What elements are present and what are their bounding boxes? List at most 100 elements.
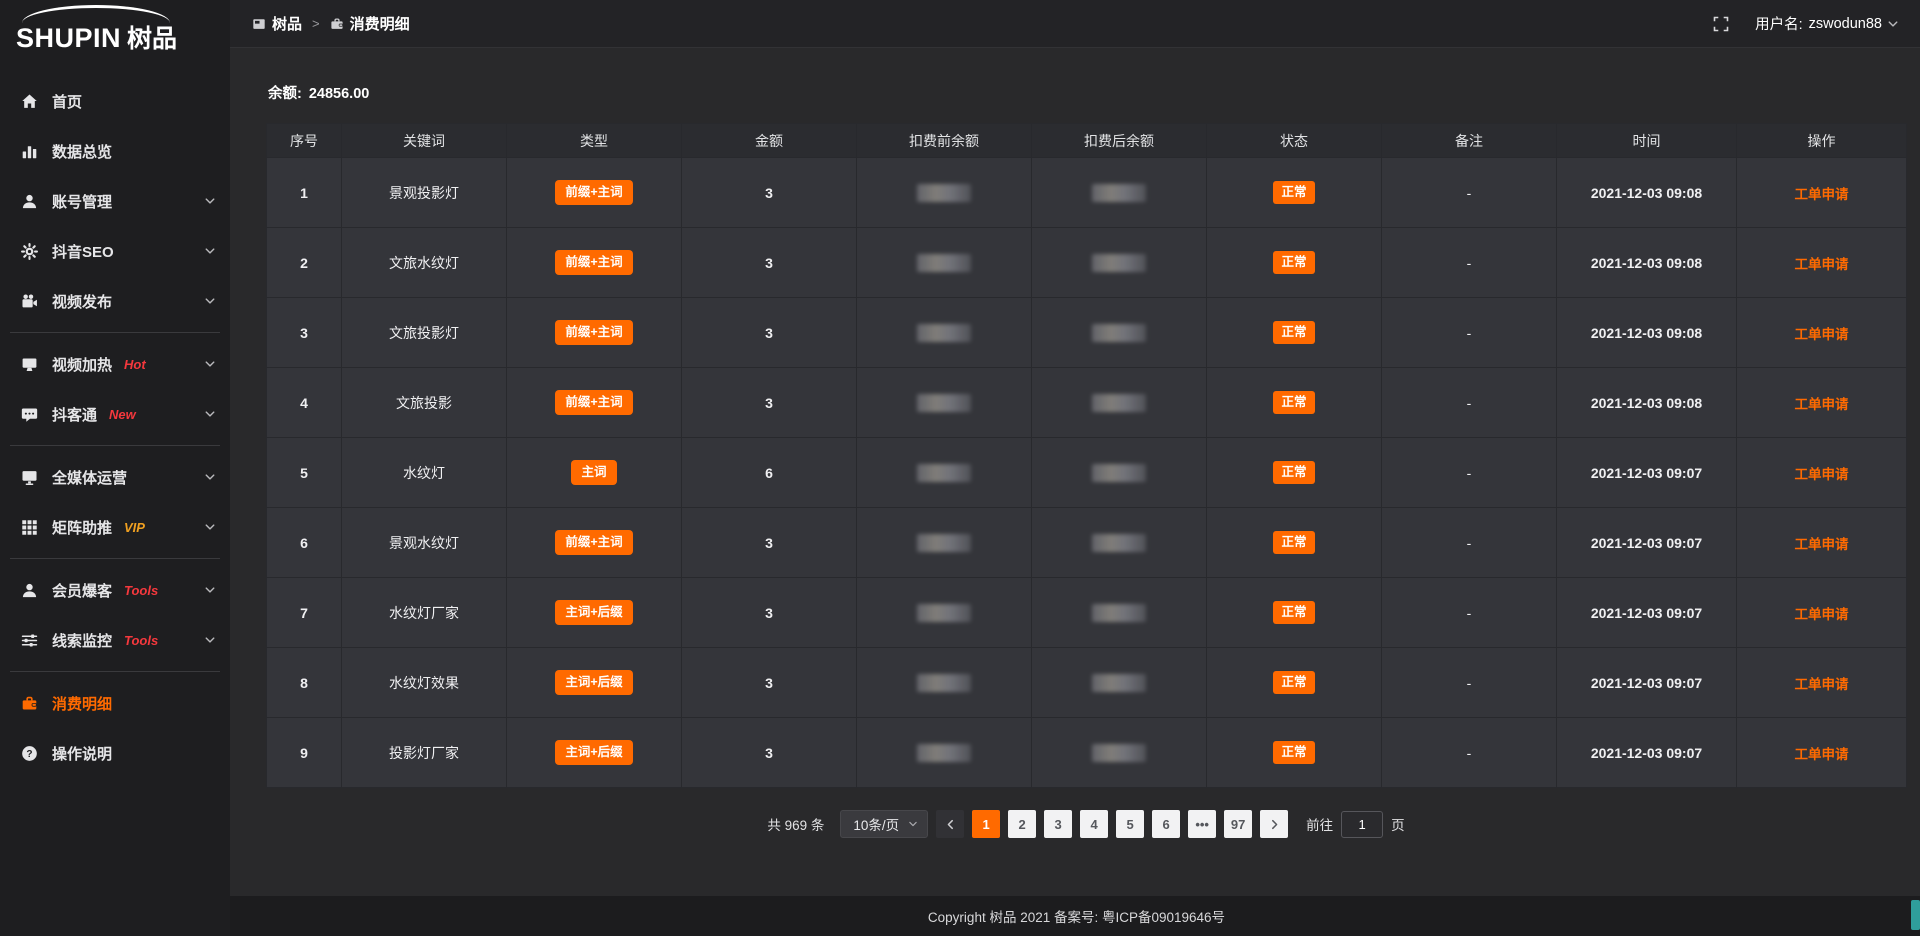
page-size-select[interactable]: 10条/页	[840, 810, 928, 838]
goto-page-input[interactable]	[1341, 811, 1383, 838]
masked-value	[1092, 254, 1146, 272]
pager-page-3[interactable]: 3	[1044, 810, 1072, 838]
work-order-link[interactable]: 工单申请	[1795, 187, 1849, 202]
type-badge: 前缀+主词	[555, 530, 632, 555]
fullscreen-icon[interactable]	[1713, 16, 1729, 32]
work-order-link[interactable]: 工单申请	[1795, 747, 1849, 762]
app: SHUPIN 树品 首页数据总览账号管理抖音SEO 视频发布视频加热 Hot 抖客通N…	[0, 0, 1920, 936]
chevron-down-icon	[204, 521, 216, 533]
balance: 余额:24856.00	[268, 82, 1907, 103]
breadcrumb-label: 树品	[272, 13, 302, 34]
column-header: 扣费后余额	[1032, 124, 1207, 158]
cell-amount: 3	[682, 578, 857, 648]
breadcrumb-item[interactable]: 消费明细	[330, 13, 410, 34]
sidebar-item-tag: VIP	[124, 520, 145, 535]
sidebar-item-tag: Hot	[124, 357, 146, 372]
cell-amount: 3	[682, 298, 857, 368]
cell-pre-balance	[857, 158, 1032, 228]
breadcrumb-label: 消费明细	[350, 13, 410, 34]
column-header: 扣费前余额	[857, 124, 1032, 158]
cell-amount: 3	[682, 368, 857, 438]
cell-pre-balance	[857, 578, 1032, 648]
sidebar-item-account-manage[interactable]: 账号管理	[0, 176, 230, 226]
cell-note: -	[1382, 298, 1557, 368]
breadcrumb-item[interactable]: 树品	[252, 13, 302, 34]
table-header-row: 序号关键词类型金额扣费前余额扣费后余额状态备注时间操作	[267, 124, 1907, 158]
work-order-link[interactable]: 工单申请	[1795, 537, 1849, 552]
topbar-right: 用户名: zswodun88	[1713, 13, 1899, 34]
breadcrumb-separator: >	[312, 16, 320, 31]
sidebar-item-label: 会员爆客	[52, 580, 112, 601]
cell-time: 2021-12-03 09:07	[1557, 508, 1737, 578]
status-badge: 正常	[1273, 251, 1314, 274]
pager-page-6[interactable]: 6	[1152, 810, 1180, 838]
sidebar-item-label: 视频加热	[52, 354, 112, 375]
pager-page-4[interactable]: 4	[1080, 810, 1108, 838]
cell-keyword: 水纹灯厂家	[342, 578, 507, 648]
cell-time: 2021-12-03 09:08	[1557, 298, 1737, 368]
sidebar-item-video-publish[interactable]: 视频发布	[0, 276, 230, 326]
sidebar-item-video-heat[interactable]: 视频加热 Hot	[0, 339, 230, 389]
sidebar-item-home[interactable]: 首页	[0, 76, 230, 126]
masked-value	[917, 324, 971, 342]
sidebar-item-data-overview[interactable]: 数据总览	[0, 126, 230, 176]
pager-page-2[interactable]: 2	[1008, 810, 1036, 838]
sidebar-item-clue-monitor[interactable]: 线索监控Tools	[0, 615, 230, 665]
sidebar-item-label: 抖客通	[52, 404, 97, 425]
cell-amount: 3	[682, 508, 857, 578]
sidebar-divider	[10, 332, 220, 333]
sidebar-item-consumption-detail[interactable]: 消费明细	[0, 678, 230, 728]
status-badge: 正常	[1273, 671, 1314, 694]
table-row: 8水纹灯效果主词+后缀3正常-2021-12-03 09:07工单申请	[267, 648, 1907, 718]
sidebar-item-matrix-boost[interactable]: 矩阵助推VIP	[0, 502, 230, 552]
sidebar-item-tag: Tools	[124, 633, 158, 648]
cell-status: 正常	[1207, 718, 1382, 788]
pager-next-button[interactable]	[1260, 810, 1288, 838]
work-order-link[interactable]: 工单申请	[1795, 397, 1849, 412]
sidebar-item-operation-guide[interactable]: ?操作说明	[0, 728, 230, 778]
cell-pre-balance	[857, 718, 1032, 788]
cell-post-balance	[1032, 158, 1207, 228]
cell-post-balance	[1032, 228, 1207, 298]
cell-type: 前缀+主词	[507, 368, 682, 438]
table-row: 2文旅水纹灯前缀+主词3正常-2021-12-03 09:08工单申请	[267, 228, 1907, 298]
pager-page-1[interactable]: 1	[972, 810, 1000, 838]
pager-prev-button[interactable]	[936, 810, 964, 838]
logo[interactable]: SHUPIN 树品	[0, 0, 230, 62]
pager-page-97[interactable]: 97	[1224, 810, 1252, 838]
work-order-link[interactable]: 工单申请	[1795, 257, 1849, 272]
chevron-down-icon	[204, 195, 216, 207]
sidebar-item-member-baoke[interactable]: 会员爆客Tools	[0, 565, 230, 615]
work-order-link[interactable]: 工单申请	[1795, 327, 1849, 342]
user-menu[interactable]: 用户名: zswodun88	[1755, 13, 1899, 34]
type-badge: 前缀+主词	[555, 180, 632, 205]
masked-value	[917, 394, 971, 412]
cell-time: 2021-12-03 09:08	[1557, 228, 1737, 298]
work-order-link[interactable]: 工单申请	[1795, 467, 1849, 482]
sidebar-item-media-operation[interactable]: 全媒体运营	[0, 452, 230, 502]
scrollbar-thumb[interactable]	[1911, 900, 1920, 930]
video-camera-icon	[20, 293, 38, 310]
cell-note: -	[1382, 368, 1557, 438]
board-icon	[252, 17, 266, 31]
user-icon	[20, 193, 38, 210]
pager-page-5[interactable]: 5	[1116, 810, 1144, 838]
sidebar-item-label: 抖音SEO	[52, 241, 114, 262]
sidebar-item-douyin-seo[interactable]: 抖音SEO	[0, 226, 230, 276]
status-badge: 正常	[1273, 741, 1314, 764]
column-header: 关键词	[342, 124, 507, 158]
cell-index: 4	[267, 368, 342, 438]
masked-value	[917, 464, 971, 482]
work-order-link[interactable]: 工单申请	[1795, 677, 1849, 692]
sidebar-item-douketong[interactable]: 抖客通New	[0, 389, 230, 439]
cell-index: 7	[267, 578, 342, 648]
purse-icon	[20, 695, 38, 712]
cell-action: 工单申请	[1737, 438, 1907, 508]
chevron-down-icon	[204, 634, 216, 646]
consumption-table: 序号关键词类型金额扣费前余额扣费后余额状态备注时间操作 1景观投影灯前缀+主词3…	[266, 123, 1907, 788]
pager-more-button[interactable]: •••	[1188, 810, 1216, 838]
cell-type: 主词	[507, 438, 682, 508]
sidebar-divider	[10, 671, 220, 672]
work-order-link[interactable]: 工单申请	[1795, 607, 1849, 622]
cell-amount: 3	[682, 158, 857, 228]
